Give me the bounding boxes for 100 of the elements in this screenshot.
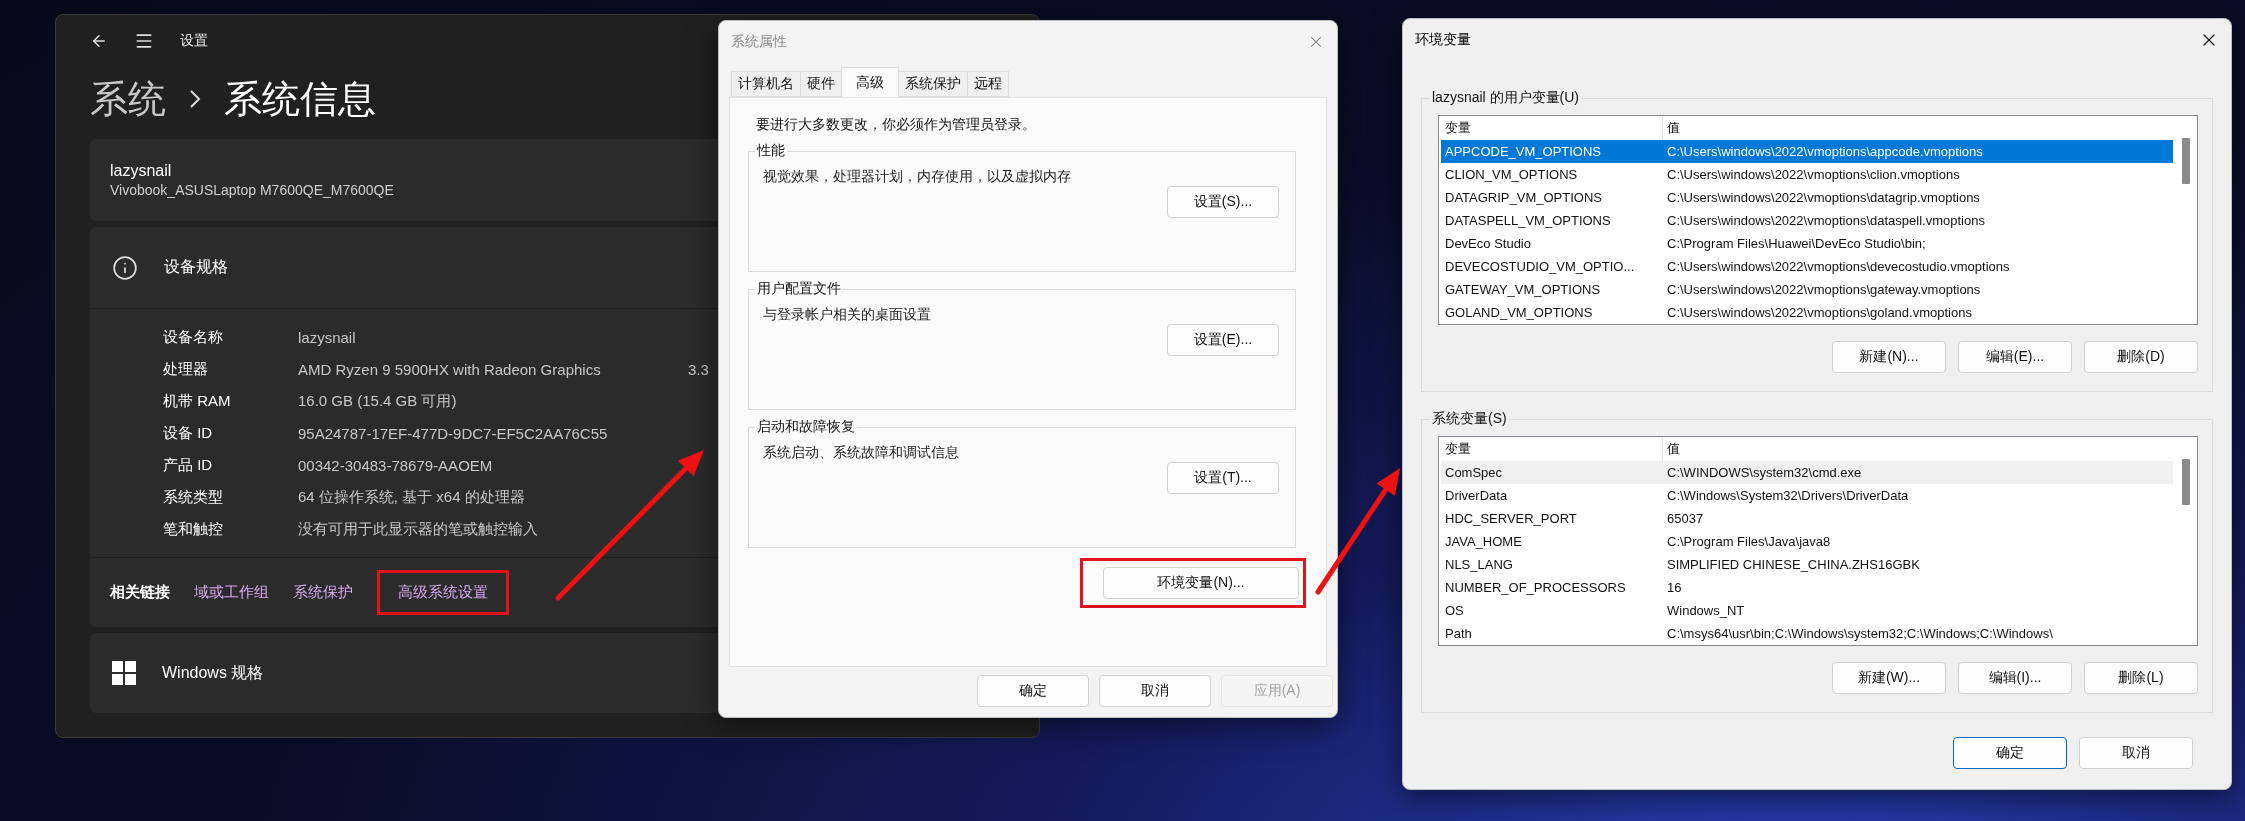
- variable-name: APPCODE_VM_OPTIONS: [1444, 144, 1603, 159]
- variable-row[interactable]: CLION_VM_OPTIONS C:\Users\windows\2022\vmoptions\clion.vmoptions: [1441, 163, 2173, 186]
- variable-value: SIMPLIFIED CHINESE_CHINA.ZHS16GBK: [1666, 557, 1921, 572]
- variable-name: GATEWAY_VM_OPTIONS: [1444, 282, 1602, 297]
- spec-label: 机带 RAM: [163, 391, 232, 411]
- variable-value: C:\Users\windows\2022\vmoptions\goland.vmoptions: [1666, 305, 1973, 320]
- environment-variables-button[interactable]: 环境变量(N)...: [1103, 567, 1299, 599]
- spec-value: 没有可用于此显示器的笔或触控输入: [298, 519, 539, 539]
- section-title: 设备规格: [164, 257, 228, 277]
- variable-value: C:\Users\windows\2022\vmoptions\clion.vmoptions: [1666, 167, 1961, 182]
- variable-name: JAVA_HOME: [1444, 534, 1523, 549]
- variable-row[interactable]: OS Windows_NT: [1441, 599, 2173, 622]
- variable-row[interactable]: DATAGRIP_VM_OPTIONS C:\Users\windows\2022\vmoptions\datagrip.vmoptions: [1441, 186, 2173, 209]
- group-description: 与登录帐户相关的桌面设置: [763, 306, 932, 324]
- breadcrumb-item[interactable]: 系统: [90, 73, 166, 125]
- tab[interactable]: 远程: [967, 71, 1009, 97]
- variable-name: DATASPELL_VM_OPTIONS: [1444, 213, 1612, 228]
- variable-row[interactable]: JAVA_HOME C:\Program Files\Java\java8: [1441, 530, 2173, 553]
- tab[interactable]: 高级: [841, 67, 899, 97]
- variable-row[interactable]: NLS_LANG SIMPLIFIED CHINESE_CHINA.ZHS16GBK: [1441, 553, 2173, 576]
- variable-name: ComSpec: [1444, 465, 1504, 480]
- settings-button[interactable]: 设置(S)...: [1167, 186, 1279, 218]
- variable-row[interactable]: DEVECOSTUDIO_VM_OPTIO... C:\Users\windows\2022\vmoptions\devecostudio.vmoptions: [1441, 255, 2173, 278]
- list-action-button[interactable]: 删除(D): [2084, 341, 2198, 373]
- variable-row[interactable]: ComSpec C:\WINDOWS\system32\cmd.exe: [1441, 461, 2173, 484]
- variable-name: DATAGRIP_VM_OPTIONS: [1444, 190, 1603, 205]
- variable-name: DevEco Studio: [1444, 236, 1532, 251]
- spec-value: 16.0 GB (15.4 GB 可用): [298, 391, 458, 411]
- variable-value: C:\Windows\System32\Drivers\DriverData: [1666, 488, 1910, 503]
- variable-row[interactable]: DriverData C:\Windows\System32\Drivers\DriverData: [1441, 484, 2173, 507]
- spec-label: 处理器: [163, 359, 209, 379]
- tab[interactable]: 系统保护: [898, 71, 968, 97]
- settings-button[interactable]: 设置(T)...: [1167, 462, 1279, 494]
- variable-row[interactable]: GOLAND_VM_OPTIONS C:\Users\windows\2022\vmoptions\goland.vmoptions: [1441, 301, 2173, 324]
- list-action-button[interactable]: 新建(W)...: [1832, 662, 1946, 694]
- variable-value: 65037: [1666, 511, 1705, 526]
- variable-value: C:\msys64\usr\bin;C:\Windows\system32;C:\Windows;C:\Windows\: [1666, 626, 2054, 641]
- spec-label: 系统类型: [163, 487, 224, 507]
- windows-logo-icon: [112, 661, 136, 685]
- variable-row[interactable]: NUMBER_OF_PROCESSORS 16: [1441, 576, 2173, 599]
- chevron-icon: [188, 88, 202, 110]
- dialog-button[interactable]: 取消: [2079, 737, 2193, 769]
- notice-text: 要进行大多数更改，你必须作为管理员登录。: [756, 116, 1037, 134]
- variable-value: C:\Program Files\Huawei\DevEco Studio\bin;: [1666, 236, 1927, 251]
- device-model: Vivobook_ASUSLaptop M7600QE_M7600QE: [110, 182, 394, 198]
- variable-value: C:\Users\windows\2022\vmoptions\gateway.vmoptions: [1666, 282, 1982, 297]
- spec-label: 设备名称: [163, 327, 224, 347]
- link[interactable]: 高级系统设置: [398, 583, 488, 602]
- variable-value: C:\WINDOWS\system32\cmd.exe: [1666, 465, 1863, 480]
- device-name: lazysnail: [110, 162, 172, 180]
- window-title: 设置: [180, 32, 208, 50]
- settings-button[interactable]: 设置(E)...: [1167, 324, 1279, 356]
- variable-row[interactable]: APPCODE_VM_OPTIONS C:\Users\windows\2022\vmoptions\appcode.vmoptions: [1441, 140, 2173, 163]
- variable-name: NUMBER_OF_PROCESSORS: [1444, 580, 1627, 595]
- variable-value: C:\Users\windows\2022\vmoptions\devecostudio.vmoptions: [1666, 259, 2011, 274]
- info-icon: [112, 254, 138, 281]
- variable-value: C:\Program Files\Java\java8: [1666, 534, 1832, 549]
- list-action-button[interactable]: 编辑(E)...: [1958, 341, 2072, 373]
- column-header[interactable]: 值: [1663, 116, 2173, 140]
- spec-label: 设备 ID: [163, 423, 214, 443]
- variable-row[interactable]: HDC_SERVER_PORT 65037: [1441, 507, 2173, 530]
- variable-row[interactable]: DATASPELL_VM_OPTIONS C:\Users\windows\2022\vmoptions\dataspell.vmoptions: [1441, 209, 2173, 232]
- menu-icon[interactable]: [134, 31, 154, 51]
- spec-value: 3.3: [688, 360, 710, 378]
- column-header[interactable]: 值: [1663, 437, 2173, 461]
- variable-value: 16: [1666, 580, 1683, 595]
- variable-row[interactable]: DevEco Studio C:\Program Files\Huawei\DevEco Studio\bin;: [1441, 232, 2173, 255]
- spec-value: AMD Ryzen 9 5900HX with Radeon Graphics: [298, 360, 602, 378]
- list-action-button[interactable]: 删除(L): [2084, 662, 2198, 694]
- group-title: 用户配置文件: [756, 280, 842, 298]
- variable-row[interactable]: GATEWAY_VM_OPTIONS C:\Users\windows\2022\vmoptions\gateway.vmoptions: [1441, 278, 2173, 301]
- group-title: 性能: [755, 142, 786, 160]
- variable-name: DriverData: [1444, 488, 1509, 503]
- dialog-button[interactable]: 确定: [1953, 737, 2067, 769]
- variable-value: Windows_NT: [1666, 603, 1746, 618]
- dialog-title: 系统属性: [731, 33, 787, 51]
- group-title: 系统变量(S): [1431, 410, 1508, 428]
- list-action-button[interactable]: 编辑(I)...: [1958, 662, 2072, 694]
- link[interactable]: 系统保护: [293, 583, 353, 602]
- tab[interactable]: 计算机名: [731, 71, 801, 97]
- spec-value: 64 位操作系统, 基于 x64 的处理器: [298, 487, 526, 507]
- link[interactable]: 域或工作组: [194, 583, 269, 602]
- group-description: 视觉效果，处理器计划，内存使用，以及虚拟内存: [763, 168, 1072, 186]
- spec-value: 95A24787-17EF-477D-9DC7-EF5C2AA76C55: [298, 424, 609, 442]
- variables-list[interactable]: [1438, 436, 2198, 646]
- variables-list[interactable]: [1438, 115, 2198, 325]
- dialog-title: 环境变量: [1415, 31, 1471, 49]
- spec-label: 笔和触控: [163, 519, 224, 539]
- dialog-button[interactable]: 确定: [977, 675, 1089, 707]
- tab[interactable]: 硬件: [800, 71, 842, 97]
- variable-row[interactable]: Path C:\msys64\usr\bin;C:\Windows\system32;C:\Windows;C:\Windows\: [1441, 622, 2173, 645]
- list-action-button[interactable]: 新建(N)...: [1832, 341, 1946, 373]
- variable-name: Path: [1444, 626, 1473, 641]
- group-title: lazysnail 的用户变量(U): [1431, 89, 1580, 107]
- back-icon[interactable]: [90, 32, 108, 50]
- variable-value: C:\Users\windows\2022\vmoptions\dataspell.vmoptions: [1666, 213, 1986, 228]
- section-title: Windows 规格: [162, 662, 264, 683]
- variable-name: GOLAND_VM_OPTIONS: [1444, 305, 1594, 320]
- dialog-button[interactable]: 取消: [1099, 675, 1211, 707]
- variable-name: DEVECOSTUDIO_VM_OPTIO...: [1444, 259, 1636, 274]
